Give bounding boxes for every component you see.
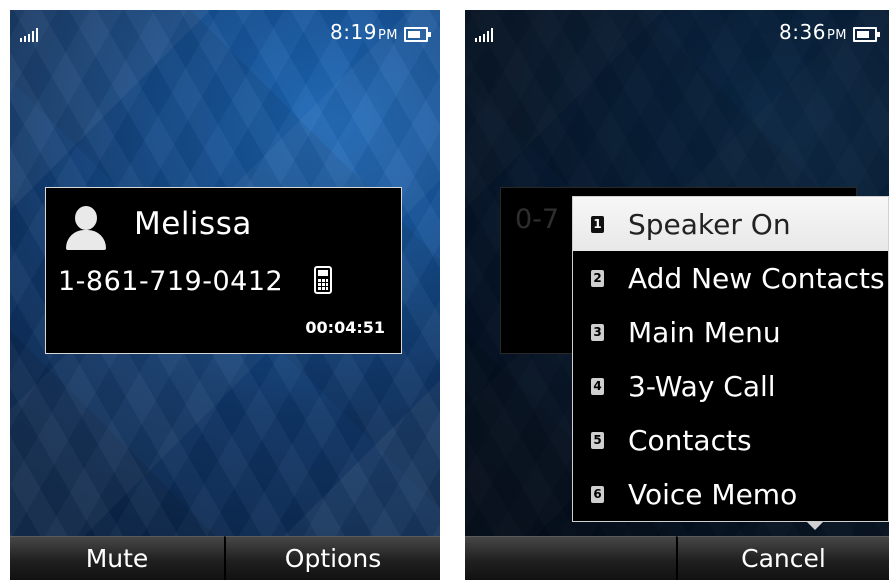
menu-item-label: Speaker On <box>628 207 791 241</box>
number-1-icon: 1 <box>591 215 604 233</box>
mute-softkey[interactable]: Mute <box>10 536 224 580</box>
menu-item-label: Voice Memo <box>628 477 798 511</box>
number-4-icon: 4 <box>591 377 604 395</box>
call-info-card: Melissa 1-861-719-0412 00:04:51 <box>45 187 402 354</box>
signal-icon <box>20 28 44 42</box>
person-icon <box>66 206 106 250</box>
call-duration: 00:04:51 <box>305 318 385 337</box>
contact-name: Melissa <box>134 206 252 242</box>
menu-item-label: Contacts <box>628 423 752 457</box>
in-call-screen: 8:19PM Melissa 1-861-719-0412 00:04:51 M… <box>10 10 440 580</box>
menu-item-speaker-on[interactable]: 1 Speaker On <box>573 197 888 251</box>
menu-item-label: Add New Contacts <box>628 261 885 295</box>
options-softkey[interactable]: Options <box>224 536 440 580</box>
left-softkey-empty[interactable] <box>465 536 676 580</box>
signal-icon <box>475 28 499 42</box>
softkey-bar: Cancel <box>465 536 889 580</box>
menu-item-contacts[interactable]: 5 Contacts <box>573 413 888 467</box>
number-3-icon: 3 <box>591 323 604 341</box>
options-menu-screen: 8:36PM 0-7 1 Speaker On 2 Add New Contac… <box>465 10 889 580</box>
menu-item-main-menu[interactable]: 3 Main Menu <box>573 305 888 359</box>
number-6-icon: 6 <box>591 485 604 503</box>
options-menu: 1 Speaker On 2 Add New Contacts 3 Main M… <box>572 196 889 530</box>
cancel-softkey[interactable]: Cancel <box>676 536 889 580</box>
softkey-bar: Mute Options <box>10 536 440 580</box>
menu-item-label: Main Menu <box>628 315 781 349</box>
mobile-phone-icon <box>314 266 332 294</box>
number-2-icon: 2 <box>591 269 604 287</box>
menu-item-add-new-contacts[interactable]: 2 Add New Contacts <box>573 251 888 305</box>
menu-item-voice-memo[interactable]: 6 Voice Memo <box>573 467 888 521</box>
status-bar: 8:36PM <box>465 10 889 48</box>
status-time: 8:36PM <box>779 20 847 44</box>
battery-icon <box>853 27 880 42</box>
menu-item-3-way-call[interactable]: 4 3-Way Call <box>573 359 888 413</box>
phone-number: 1-861-719-0412 <box>58 266 284 297</box>
status-bar: 8:19PM <box>10 10 440 48</box>
status-time: 8:19PM <box>330 20 398 44</box>
menu-item-label: 3-Way Call <box>628 369 776 403</box>
battery-icon <box>404 27 431 42</box>
number-5-icon: 5 <box>591 431 604 449</box>
